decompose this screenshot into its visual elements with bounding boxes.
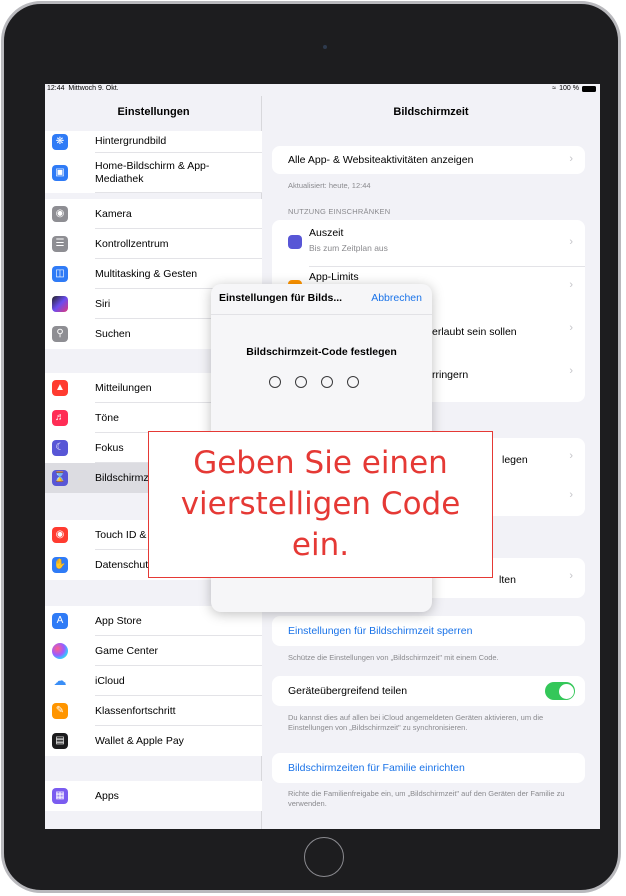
apps-icon: ▦ [52, 788, 68, 804]
status-bar: 12:44 Mittwoch 9. Okt. ≈ 100 % [45, 84, 600, 96]
downtime-row[interactable]: Auszeit Bis zum Zeitplan aus › [272, 220, 585, 266]
modal-header: Einstellungen für Bilds... Abbrechen [211, 284, 432, 315]
privacy-icon: ✋ [52, 557, 68, 573]
lock-settings-note: Schütze die Einstellungen von „Bildschir… [288, 653, 499, 662]
screen-distance-label: rringern [432, 369, 469, 381]
section-restrict-header: NUTZUNG EINSCHRÄNKEN [288, 207, 391, 216]
wifi-icon: ≈ [552, 85, 557, 92]
passcode-dot [269, 376, 281, 388]
passcode-prompt: Bildschirmzeit-Code festlegen [246, 346, 397, 358]
focus-icon: ☾ [52, 440, 68, 456]
page-title: Bildschirmzeit [393, 106, 469, 118]
passcode-dot [321, 376, 333, 388]
updated-note: Aktualisiert: heute, 12:44 [288, 181, 371, 190]
sidebar-item-label: Suchen [95, 328, 131, 340]
sidebar-item-label: App Store [95, 615, 142, 627]
content-privacy-label: lten [499, 574, 516, 586]
instruction-text: Geben Sie einen vierstelligen Code ein. [180, 445, 461, 563]
sidebar-item-label: Apps [95, 790, 119, 802]
multitasking-icon: ◫ [52, 266, 68, 282]
instruction-callout: Geben Sie einen vierstelligen Code ein. [148, 431, 493, 578]
sidebar-item-label: Klassenfortschritt [95, 705, 176, 717]
passcode-dots[interactable] [269, 376, 359, 388]
battery-icon [582, 85, 596, 92]
app-limits-label: App-Limits [309, 271, 359, 283]
battery-percent: 100 % [559, 85, 579, 92]
modal-title: Einstellungen für Bilds... [219, 292, 343, 304]
sidebar-title: Einstellungen [117, 106, 190, 118]
screentime-icon: ⌛ [52, 470, 68, 486]
lock-settings-link: Einstellungen für Bildschirmzeit sperren [288, 625, 473, 637]
sidebar-item-label: iCloud [95, 675, 125, 687]
gamecenter-icon [52, 643, 68, 659]
status-date: Mittwoch 9. Okt. [68, 85, 119, 92]
schoolwork-icon: ✎ [52, 703, 68, 719]
icloud-icon: ☁ [53, 673, 67, 688]
front-camera [323, 45, 327, 49]
all-activity-label: Alle App- & Websiteaktivitäten anzeigen [288, 154, 474, 166]
sidebar-item-label: Töne [95, 412, 119, 424]
downtime-sub: Bis zum Zeitplan aus [309, 243, 388, 253]
family-link: Bildschirmzeiten für Familie einrichten [288, 762, 465, 774]
communication-limits-label: legen [502, 454, 528, 466]
sidebar-item-label: Wallet & Apple Pay [95, 735, 184, 747]
sidebar-item-label: Mitteilungen [95, 382, 152, 394]
chevron-right-icon: › [569, 153, 573, 165]
sidebar-item-label: Home-Bildschirm & App-Mediathek [95, 160, 210, 185]
notifications-icon: ▲ [52, 380, 68, 396]
share-devices-row: Geräteübergreifend teilen [272, 676, 585, 706]
family-note: Richte die Familienfreigabe ein, um „Bil… [288, 789, 565, 808]
appstore-icon: A [52, 613, 68, 629]
chevron-right-icon: › [569, 236, 573, 248]
always-allowed-label: erlaubt sein sollen [432, 326, 517, 338]
sidebar-item-label: Fokus [95, 442, 124, 454]
sidebar-item-apps[interactable]: ▦ Apps [45, 781, 262, 811]
downtime-icon [288, 235, 302, 249]
family-row[interactable]: Bildschirmzeiten für Familie einrichten [272, 753, 585, 783]
chevron-right-icon: › [569, 450, 573, 462]
passcode-dot [295, 376, 307, 388]
sidebar-item-label: Game Center [95, 645, 159, 657]
sounds-icon: ♬ [52, 410, 68, 426]
sidebar-item-label: Siri [95, 298, 111, 310]
homescreen-icon: ▣ [52, 165, 68, 181]
siri-icon [52, 296, 68, 312]
chevron-right-icon: › [569, 365, 573, 377]
search-icon: ⚲ [52, 326, 68, 342]
downtime-label: Auszeit [309, 227, 344, 239]
chevron-right-icon: › [569, 279, 573, 291]
share-devices-label: Geräteübergreifend teilen [288, 685, 408, 697]
sidebar-item-gamecenter[interactable]: Game Center [45, 636, 262, 666]
chevron-right-icon: › [569, 570, 573, 582]
touchid-icon: ◉ [52, 527, 68, 543]
lock-settings-row[interactable]: Einstellungen für Bildschirmzeit sperren [272, 616, 585, 646]
sidebar-item-control-center[interactable]: ☰ Kontrollzentrum [45, 229, 262, 259]
sidebar-item-label: Kontrollzentrum [95, 238, 169, 250]
share-devices-toggle[interactable] [545, 682, 575, 700]
passcode-dot [347, 376, 359, 388]
all-activity-row[interactable]: Alle App- & Websiteaktivitäten anzeigen … [272, 146, 585, 174]
chevron-right-icon: › [569, 489, 573, 501]
sidebar-item-label: Hintergrundbild [95, 135, 167, 147]
sidebar-item-wallet[interactable]: ▤ Wallet & Apple Pay [45, 726, 262, 756]
sidebar-item-label: Multitasking & Gesten [95, 268, 198, 280]
sidebar-item-homescreen[interactable]: ▣ Home-Bildschirm & App-Mediathek [45, 153, 262, 193]
home-button[interactable] [304, 837, 344, 877]
wallpaper-icon: ❋ [52, 134, 68, 150]
sidebar-item-label: Kamera [95, 208, 132, 220]
status-time: 12:44 [47, 85, 65, 92]
chevron-right-icon: › [569, 322, 573, 334]
cancel-button[interactable]: Abbrechen [371, 292, 422, 304]
sidebar-item-schoolwork[interactable]: ✎ Klassenfortschritt [45, 696, 262, 726]
camera-icon: ◉ [52, 206, 68, 222]
sidebar-item-icloud[interactable]: ☁ iCloud [45, 666, 262, 696]
control-center-icon: ☰ [52, 236, 68, 252]
sidebar-item-camera[interactable]: ◉ Kamera [45, 199, 262, 229]
sidebar-item-wallpaper[interactable]: ❋ Hintergrundbild [45, 131, 262, 153]
wallet-icon: ▤ [52, 733, 68, 749]
share-devices-note: Du kannst dies auf allen bei iCloud ange… [288, 713, 544, 732]
